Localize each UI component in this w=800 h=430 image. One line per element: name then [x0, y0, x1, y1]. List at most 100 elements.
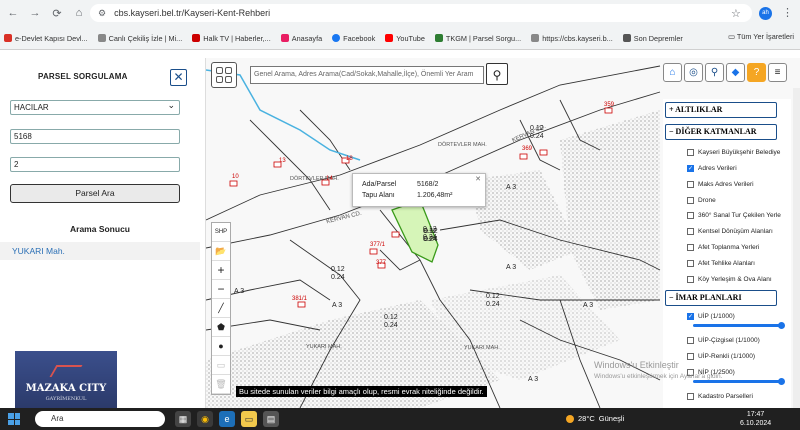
checkbox[interactable] [687, 149, 694, 156]
zoom-out-button[interactable]: − [212, 280, 230, 299]
map-search-input[interactable]: Genel Arama, Adres Arama(Cad/Sokak,Mahal… [250, 66, 484, 84]
imar-planlari-header[interactable]: − İMAR PLANLARI [665, 290, 777, 306]
zone-label: A 3 [583, 302, 594, 309]
all-bookmarks[interactable]: ▭ Tüm Yer İşaretleri [728, 32, 794, 41]
home-icon[interactable]: ⌂ [72, 6, 86, 20]
site-info-icon[interactable]: ⚙ [98, 8, 106, 19]
windows-start-icon[interactable] [8, 413, 20, 425]
point-draw-icon[interactable]: ● [212, 337, 230, 356]
profile-avatar[interactable]: ah [759, 7, 772, 20]
bookmark-cbs[interactable]: https://cbs.kayseri.b... [531, 31, 613, 45]
coefficient-label: 0.12 0.24 [384, 314, 398, 329]
layers-grid-button[interactable] [211, 62, 237, 88]
checkbox[interactable] [687, 244, 694, 251]
parsel-input[interactable]: 2 [10, 157, 180, 172]
grid-cell-icon [216, 67, 223, 74]
selected-parcel-label: 0.12 0.24 [423, 228, 437, 243]
file-explorer-icon[interactable]: ▭ [241, 411, 257, 427]
search-pin-icon[interactable]: ⚲ [705, 63, 724, 82]
panel-title: PARSEL SORGULAMA [38, 72, 128, 81]
imar-item[interactable]: Kadastro Parselleri [687, 393, 753, 400]
layer-item[interactable]: Kayseri Büyükşehir Belediye [687, 149, 780, 156]
bookmark-facebook[interactable]: Facebook [332, 31, 375, 45]
system-clock[interactable]: 17:47 6.10.2024 [740, 410, 771, 428]
slider-handle[interactable] [778, 378, 785, 385]
zone-label: A 3 [234, 288, 245, 295]
layers-scrollbar[interactable] [793, 88, 800, 408]
layer-item[interactable]: Drone [687, 197, 716, 204]
bookmark-depremler[interactable]: Son Depremler [622, 31, 683, 45]
logo-name: MAZAKA CITY [25, 383, 107, 394]
home-icon[interactable]: ⌂ [663, 63, 682, 82]
checkbox[interactable] [687, 181, 694, 188]
checkbox[interactable] [687, 197, 694, 204]
slider-handle[interactable] [778, 322, 785, 329]
bookmark-youtube[interactable]: YouTube [385, 31, 425, 45]
layer-item[interactable]: ✓ Adres Verileri [687, 165, 737, 172]
opacity-slider[interactable] [693, 322, 785, 329]
forward-icon[interactable]: → [28, 6, 42, 20]
layer-item[interactable]: Afet Toplanma Yerleri [687, 244, 759, 251]
address-bar[interactable]: ⚙ cbs.kayseri.bel.tr/Kayseri-Kent-Rehber… [90, 4, 752, 22]
weather-widget[interactable]: 28°C Güneşli [566, 414, 624, 423]
diger-katmanlar-header[interactable]: − DİĞER KATMANLAR [665, 124, 777, 140]
store-icon[interactable]: ▤ [263, 411, 279, 427]
checkbox[interactable] [687, 393, 694, 400]
bookmark-star-icon[interactable]: ☆ [731, 7, 741, 20]
location-pin-icon[interactable]: ◎ [684, 63, 703, 82]
edge-icon[interactable]: e [219, 411, 235, 427]
shp-button[interactable]: SHP [212, 223, 230, 242]
reload-icon[interactable]: ⟳ [50, 6, 64, 20]
checkbox[interactable] [687, 212, 694, 219]
polygon-draw-icon[interactable]: ⬟ [212, 318, 230, 337]
popup-close-icon[interactable]: ✕ [475, 175, 481, 183]
bookmark-halktv[interactable]: Halk TV | Haberler,... [192, 31, 271, 45]
mahalle-select[interactable]: HACILAR [10, 99, 180, 115]
search-icon[interactable]: ⚲ [486, 63, 508, 85]
folder-icon: ▭ [728, 32, 737, 41]
parsel-ara-button[interactable]: Parsel Ara [10, 184, 180, 203]
grid-cell-icon [216, 76, 223, 83]
bookmark-tkgm[interactable]: TKGM | Parsel Sorgu... [434, 31, 521, 45]
layer-item[interactable]: Kentsel Dönüşüm Alanları [687, 228, 773, 235]
imar-item[interactable]: UİP-Renkli (1/1000) [687, 353, 755, 360]
bookmark-cekilis[interactable]: Canlı Çekiliş İzle | Mi... [97, 31, 182, 45]
parcel-number: 381/1 [292, 296, 308, 302]
halktv-icon [192, 34, 201, 42]
line-draw-icon[interactable]: ╱ [212, 299, 230, 318]
checkbox[interactable] [687, 260, 694, 267]
imar-item[interactable]: UİP-Çizgisel (1/1000) [687, 337, 760, 344]
layer-item[interactable]: Köy Yerleşim & Ova Alanı [687, 276, 772, 283]
checkbox[interactable] [687, 353, 694, 360]
zoom-in-button[interactable]: + [212, 261, 230, 280]
bookmark-anasayfa[interactable]: Anasayfa [280, 31, 322, 45]
taskbar-search[interactable]: Ara [35, 411, 165, 427]
parcel-info-popup: Ada/Parsel 5168/2 Tapu Alanı 1.206,48m² … [352, 173, 486, 207]
ada-input[interactable]: 5168 [10, 129, 180, 144]
back-icon[interactable]: ← [6, 6, 20, 20]
checkbox[interactable] [687, 276, 694, 283]
layer-item[interactable]: Afet Tehlike Alanları [687, 260, 755, 267]
trash-icon[interactable]: 🗑 [212, 375, 230, 394]
menu-icon[interactable]: ≡ [768, 63, 787, 82]
close-panel-button[interactable]: ✕ [170, 69, 187, 86]
altliklar-header[interactable]: + ALTLIKLAR [665, 102, 777, 118]
parcel-number: 359 [604, 102, 615, 108]
browser-menu-icon[interactable]: ⋮ [782, 6, 793, 19]
task-view-icon[interactable]: ▦ [175, 411, 191, 427]
checkbox-checked[interactable]: ✓ [687, 313, 694, 320]
checkbox[interactable] [687, 337, 694, 344]
rectangle-draw-icon[interactable]: ▭ [212, 356, 230, 375]
help-icon[interactable]: ? [747, 63, 766, 82]
bookmarks-bar: e-Devlet Kapısı Devl... Canlı Çekiliş İz… [4, 31, 683, 45]
checkbox[interactable] [687, 228, 694, 235]
folder-icon[interactable]: 📂 [212, 242, 230, 261]
result-item[interactable]: YUKARI Mah. [0, 242, 200, 260]
checkbox-checked[interactable]: ✓ [687, 165, 694, 172]
chrome-icon[interactable]: ◉ [197, 411, 213, 427]
bookmark-edevlet[interactable]: e-Devlet Kapısı Devl... [4, 31, 88, 45]
layer-item[interactable]: Maks Adres Verileri [687, 181, 754, 188]
imar-item[interactable]: ✓ UİP (1/1000) [687, 313, 735, 320]
layers-icon[interactable]: ◆ [726, 63, 745, 82]
layer-item[interactable]: 360° Sanal Tur Çekilen Yerle [687, 212, 781, 219]
